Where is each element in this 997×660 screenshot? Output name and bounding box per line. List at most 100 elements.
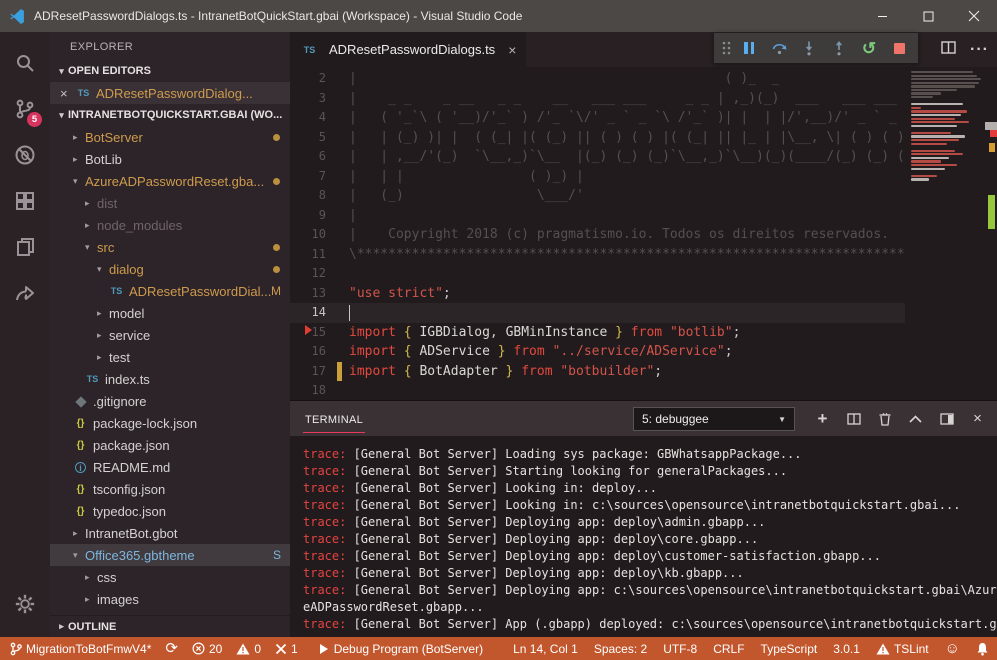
- minimize-button[interactable]: [859, 0, 905, 32]
- terminal-select[interactable]: 5: debuggee ▼: [633, 407, 795, 431]
- stop-icon[interactable]: [884, 33, 914, 63]
- maximize-panel-icon[interactable]: [900, 401, 931, 436]
- line-number: 8: [290, 186, 326, 206]
- tree-item-botserver[interactable]: ▸BotServer: [50, 126, 290, 148]
- chevron-down-icon: ▾: [55, 66, 68, 77]
- close-editor-icon[interactable]: ×: [60, 86, 76, 101]
- code-text: | (_) \___/': [326, 186, 584, 206]
- overview-ruler[interactable]: [985, 67, 997, 400]
- tab-close-icon[interactable]: ×: [508, 42, 516, 58]
- terminal-select-value: 5: debuggee: [642, 412, 709, 426]
- tree-item-tsconfig-json[interactable]: {}tsconfig.json: [50, 478, 290, 500]
- trace-prefix: trace:: [303, 464, 346, 478]
- tree-item-model[interactable]: ▸model: [50, 302, 290, 324]
- tree-item-package-json[interactable]: {}package.json: [50, 434, 290, 456]
- sync-item[interactable]: ⟳: [165, 641, 178, 656]
- drag-grip-icon[interactable]: [718, 33, 734, 63]
- tree-item-adresetpassworddial[interactable]: TSADResetPasswordDial...M: [50, 280, 290, 302]
- language-item[interactable]: TypeScript: [761, 642, 818, 656]
- tree-item-node-modules[interactable]: ▸node_modules: [50, 214, 290, 236]
- title-bar: ADResetPasswordDialogs.ts - IntranetBotQ…: [0, 0, 997, 32]
- terminal-output[interactable]: trace: [General Bot Server] Loading sys …: [290, 436, 997, 637]
- split-editor-icon[interactable]: [941, 41, 956, 59]
- tree-item-office365-gbtheme[interactable]: ▾Office365.gbthemeS: [50, 544, 290, 566]
- pause-icon[interactable]: [734, 33, 764, 63]
- minimap-line: [911, 135, 965, 137]
- tree-item-test[interactable]: ▸test: [50, 346, 290, 368]
- minimap-line: [911, 168, 945, 170]
- tree-item-images[interactable]: ▸images: [50, 588, 290, 610]
- extensions-icon[interactable]: [0, 178, 50, 224]
- eol-item[interactable]: CRLF: [713, 642, 744, 656]
- open-editor-item[interactable]: × TS ADResetPasswordDialog... M: [50, 82, 290, 104]
- share-icon[interactable]: [0, 270, 50, 316]
- debug-status-item[interactable]: Debug Program (BotServer): [320, 642, 483, 656]
- notifications-bell-icon[interactable]: [976, 642, 989, 656]
- search-icon[interactable]: [0, 40, 50, 86]
- source-control-icon[interactable]: 5: [0, 86, 50, 132]
- warnings-item[interactable]: 0: [236, 642, 261, 656]
- close-button[interactable]: [951, 0, 997, 32]
- step-over-icon[interactable]: [764, 33, 794, 63]
- tree-item-dialog[interactable]: ▾dialog: [50, 258, 290, 280]
- settings-gear-icon[interactable]: [0, 581, 50, 627]
- move-panel-icon[interactable]: [931, 401, 962, 436]
- terminal-text: [General Bot Server] Deploying app: depl…: [346, 532, 758, 546]
- tree-item-css[interactable]: ▸css: [50, 566, 290, 588]
- tab-adresetpassworddialogs[interactable]: TS ADResetPasswordDialogs.ts ×: [290, 32, 526, 67]
- cursor-position-item[interactable]: Ln 14, Col 1: [513, 642, 578, 656]
- tasks-item[interactable]: 1: [275, 642, 298, 656]
- workspace-section-header[interactable]: ▾ INTRANETBOTQUICKSTART.GBAI (WO...: [50, 104, 290, 126]
- encoding-item[interactable]: UTF-8: [663, 642, 697, 656]
- debug-icon[interactable]: [0, 132, 50, 178]
- chevron-down-icon: ▼: [778, 415, 786, 424]
- tree-item-intranetbot-gbot[interactable]: ▸IntranetBot.gbot: [50, 522, 290, 544]
- step-out-icon[interactable]: [824, 33, 854, 63]
- kill-terminal-icon[interactable]: [869, 401, 900, 436]
- tree-item-package-lock-json[interactable]: {}package-lock.json: [50, 412, 290, 434]
- terminal-tab[interactable]: TERMINAL: [303, 405, 365, 433]
- line-number: 2: [290, 69, 326, 89]
- tree-item-readme-md[interactable]: iREADME.md: [50, 456, 290, 478]
- tslint-item[interactable]: TSLint: [876, 642, 929, 656]
- maximize-button[interactable]: [905, 0, 951, 32]
- minimap[interactable]: [905, 67, 985, 312]
- ts-version-item[interactable]: 3.0.1: [833, 642, 860, 656]
- restart-icon[interactable]: ↺: [854, 33, 884, 63]
- line-number: 14: [290, 303, 326, 323]
- code-token: BotAdapter: [419, 364, 497, 379]
- tree-item-botlib[interactable]: ▸BotLib: [50, 148, 290, 170]
- code-line-3: 3| _ _ _ __ _ _ __ ___ ___ _ _ | ,_)(_) …: [290, 89, 905, 109]
- typescript-file-icon: TS: [85, 374, 100, 384]
- chevron-right-icon: ▸: [55, 621, 68, 632]
- tree-item-gitignore[interactable]: .gitignore: [50, 390, 290, 412]
- tree-item-azureadpasswordreset-gba[interactable]: ▾AzureADPasswordReset.gba...: [50, 170, 290, 192]
- minimap-line: [911, 96, 933, 98]
- documents-icon[interactable]: [0, 224, 50, 270]
- tree-item-service[interactable]: ▸service: [50, 324, 290, 346]
- file-tree: ▸BotServer▸BotLib▾AzureADPasswordReset.g…: [50, 126, 290, 610]
- close-panel-icon[interactable]: ×: [962, 401, 993, 436]
- more-actions-icon[interactable]: ···: [970, 41, 989, 59]
- tree-item-label: node_modules: [97, 218, 182, 233]
- git-branch-item[interactable]: MigrationToBotFmwV4*: [10, 642, 151, 656]
- feedback-smiley-icon[interactable]: ☺: [945, 641, 960, 656]
- indentation-item[interactable]: Spaces: 2: [594, 642, 647, 656]
- chevron-right-icon: ▸: [73, 132, 85, 143]
- outline-section-header[interactable]: ▸ OUTLINE: [50, 615, 290, 637]
- open-editors-section-header[interactable]: ▾ OPEN EDITORS: [50, 60, 290, 82]
- minimap-line: [911, 175, 937, 177]
- split-terminal-icon[interactable]: [838, 401, 869, 436]
- window-title: ADResetPasswordDialogs.ts - IntranetBotQ…: [34, 9, 522, 23]
- tree-item-label: src: [97, 240, 114, 255]
- tree-item-index-ts[interactable]: TSindex.ts: [50, 368, 290, 390]
- tree-item-src[interactable]: ▾src: [50, 236, 290, 258]
- tree-item-dist[interactable]: ▸dist: [50, 192, 290, 214]
- step-into-icon[interactable]: [794, 33, 824, 63]
- errors-item[interactable]: 20: [192, 642, 222, 656]
- chevron-right-icon: ▸: [85, 572, 97, 583]
- code-editor[interactable]: 2| ( )_ _3| _ _ _ __ _ _ __ ___ ___ _ _ …: [290, 67, 997, 400]
- new-terminal-icon[interactable]: +: [807, 401, 838, 436]
- tree-item-typedoc-json[interactable]: {}typedoc.json: [50, 500, 290, 522]
- json-file-icon: {}: [73, 440, 88, 451]
